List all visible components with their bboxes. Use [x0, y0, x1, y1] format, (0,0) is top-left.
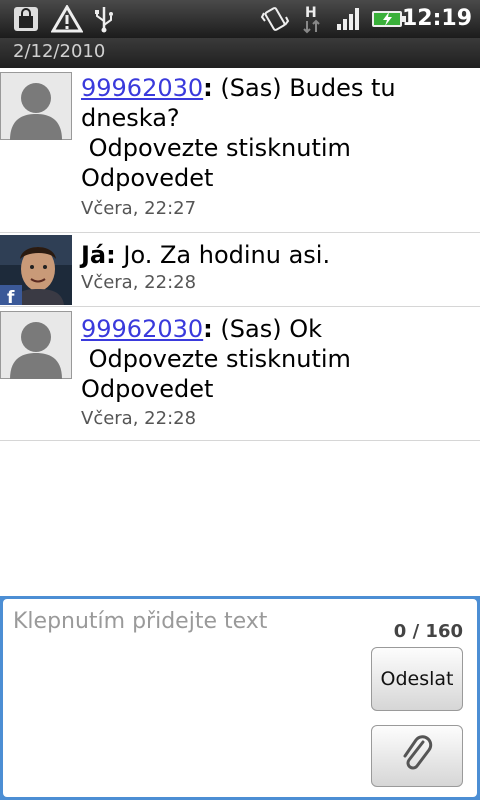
sender-phone-link[interactable]: 99962030: [81, 315, 203, 343]
contact-avatar[interactable]: [0, 72, 72, 140]
message-content: Jo. Za hodinu asi.: [115, 241, 331, 269]
contact-avatar[interactable]: [0, 311, 72, 379]
message-text: Já: Jo. Za hodinu asi.: [81, 240, 472, 270]
sender-colon: :: [203, 74, 213, 102]
paperclip-icon: [399, 734, 435, 778]
composer-panel: 0 / 160 Odeslat: [3, 599, 477, 797]
thread-date-header: 2/12/2010: [0, 38, 480, 68]
sender-colon: :: [106, 241, 116, 269]
warning-icon: [50, 4, 84, 34]
signal-icon: [334, 4, 364, 34]
message-text: 99962030: (Sas) Budes tu dneska? Odpovez…: [81, 73, 472, 193]
sender-colon: :: [203, 315, 213, 343]
message-item[interactable]: 99962030: (Sas) Budes tu dneska? Odpovez…: [0, 68, 480, 233]
usb-icon: [90, 4, 118, 34]
sender-phone-link[interactable]: 99962030: [81, 74, 203, 102]
svg-text:H: H: [305, 5, 317, 21]
sender-name: Já: [81, 241, 107, 269]
message-item[interactable]: f Já: Jo. Za hodinu asi. Včera, 22:28: [0, 233, 480, 308]
attach-button[interactable]: [371, 725, 463, 787]
svg-text:f: f: [7, 288, 15, 305]
message-text: 99962030: (Sas) Ok Odpovezte stisknutim …: [81, 314, 472, 404]
clock: 12:19: [401, 6, 472, 31]
message-text-input[interactable]: [5, 601, 365, 791]
character-counter: 0 / 160: [393, 621, 463, 642]
hspa-icon: H: [300, 4, 324, 34]
send-button[interactable]: Odeslat: [371, 647, 463, 711]
message-timestamp: Včera, 22:28: [81, 408, 197, 429]
vibrate-icon: [258, 4, 292, 34]
message-timestamp: Včera, 22:27: [81, 198, 197, 219]
shopping-bag-icon: [10, 4, 42, 34]
my-avatar[interactable]: f: [0, 235, 72, 308]
status-bar: H 12:19: [0, 0, 480, 38]
message-item[interactable]: 99962030: (Sas) Ok Odpovezte stisknutim …: [0, 307, 480, 441]
message-composer: 0 / 160 Odeslat: [0, 596, 480, 800]
message-timestamp: Včera, 22:28: [81, 272, 197, 293]
message-thread: 99962030: (Sas) Budes tu dneska? Odpovez…: [0, 68, 480, 441]
